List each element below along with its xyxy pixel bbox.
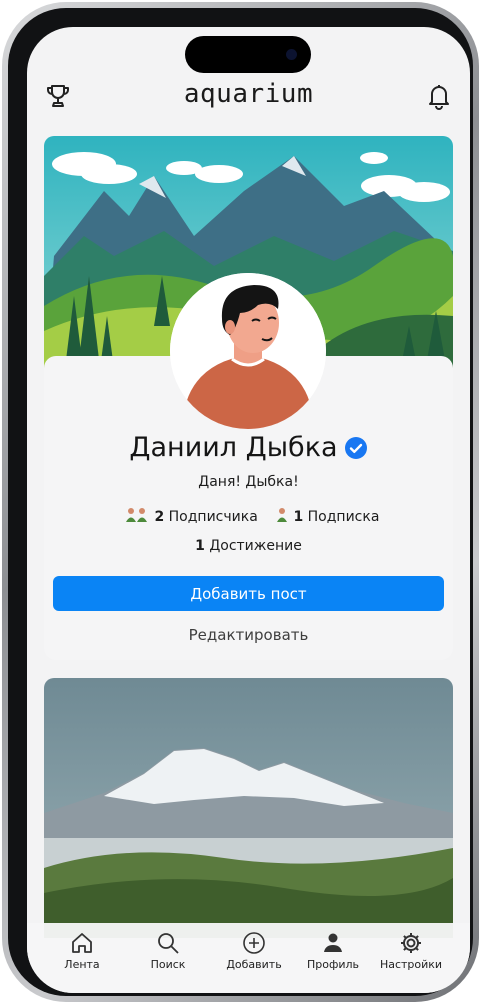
phone-frame: aquarium Даниил Дыбка Даня! Дыбка! 2 Под… (2, 2, 479, 1002)
tab-search-label: Поиск (150, 958, 186, 971)
achievements-stat[interactable]: 1 Достижение (27, 538, 470, 554)
gear-icon (401, 933, 421, 953)
add-circle-icon (243, 932, 265, 954)
following-label: Подписка (307, 509, 380, 525)
achievements-count: 1 (195, 538, 205, 554)
tab-add-label: Добавить (226, 958, 282, 971)
home-icon (72, 933, 92, 953)
following-icon (277, 508, 287, 522)
verified-badge-icon (344, 436, 368, 460)
profile-name: Даниил Дыбка (27, 431, 470, 463)
phone-bezel: aquarium Даниил Дыбка Даня! Дыбка! 2 Под… (8, 8, 473, 996)
tab-profile-label: Профиль (306, 958, 360, 971)
followers-label: Подписчика (168, 509, 258, 525)
edit-profile-button[interactable]: Редактировать (53, 619, 444, 651)
tab-profile[interactable]: Профиль (293, 923, 373, 983)
search-icon (158, 933, 179, 954)
tab-settings[interactable]: Настройки (371, 923, 451, 983)
top-bar: aquarium (27, 75, 470, 121)
screen: aquarium Даниил Дыбка Даня! Дыбка! 2 Под… (27, 27, 470, 993)
followers-stat[interactable]: 2 Подписчика (124, 506, 258, 525)
post-image (44, 678, 453, 938)
tab-feed-label: Лента (64, 958, 100, 971)
dynamic-island (185, 36, 311, 73)
avatar (170, 273, 326, 429)
bell-icon[interactable] (424, 81, 454, 111)
camera (286, 49, 297, 60)
tab-feed[interactable]: Лента (42, 923, 122, 983)
app-logo: aquarium (183, 79, 314, 109)
profile-name-text: Даниил Дыбка (129, 432, 338, 463)
tab-search[interactable]: Поиск (128, 923, 208, 983)
tab-settings-label: Настройки (379, 958, 443, 971)
achievements-label: Достижение (209, 538, 302, 554)
tab-add[interactable]: Добавить (214, 923, 294, 983)
following-stat[interactable]: 1 Подписка (275, 506, 379, 525)
profile-status: Даня! Дыбка! (198, 474, 299, 490)
bottom-tab-bar: Лента Поиск Добавить Профиль Настройки (27, 923, 470, 993)
person-icon (324, 933, 342, 952)
add-post-button[interactable]: Добавить пост (53, 576, 444, 611)
followers-count: 2 (154, 509, 165, 525)
followers-icon (126, 508, 147, 522)
following-count: 1 (293, 509, 304, 525)
profile-stats: 2 Подписчика 1 Подписка (27, 506, 470, 528)
